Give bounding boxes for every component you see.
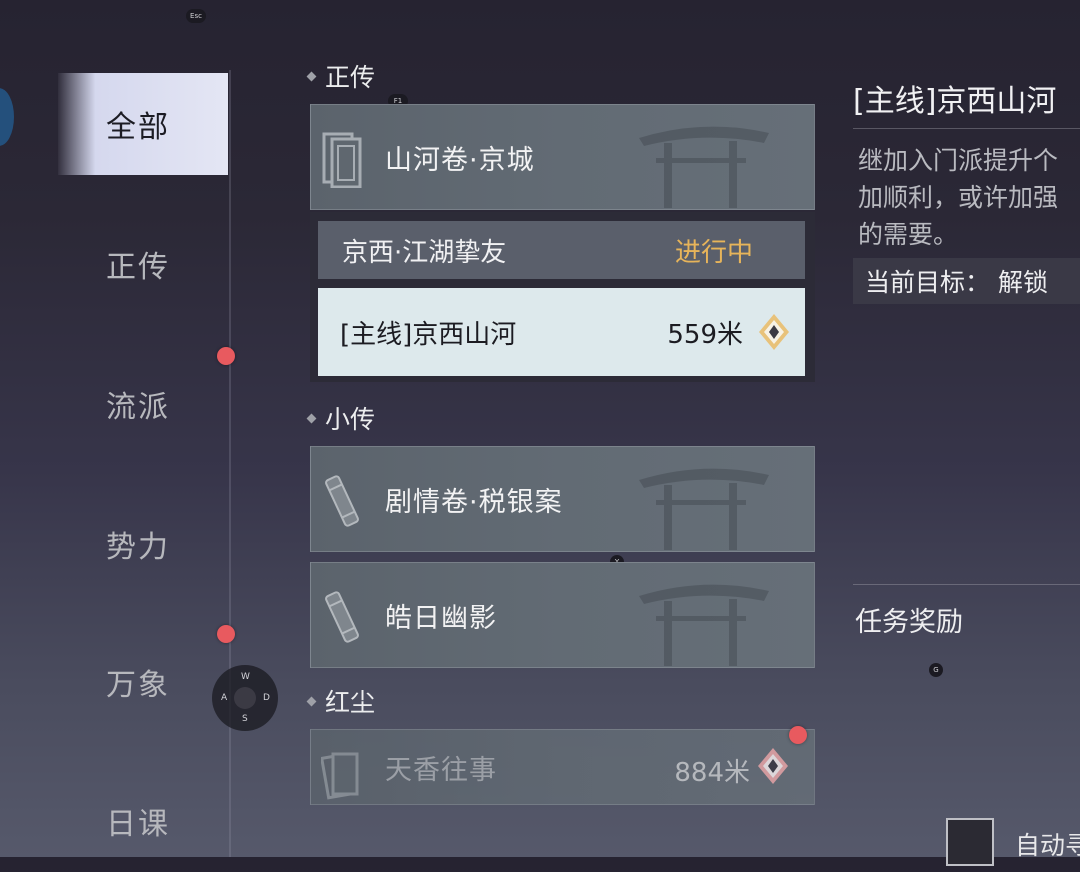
section-title-xiaozhuan: 小传 — [306, 400, 375, 436]
quest-card-tianxiang[interactable]: 天香往事 884米 — [310, 729, 815, 805]
quest-card-label: 皓日幽影 — [385, 602, 497, 634]
subquest-name: [主线]京西山河 — [340, 319, 517, 350]
distance-label: 559米 — [667, 319, 743, 350]
esc-hotkey-hint: Esc — [186, 9, 206, 23]
g-hotkey-hint: G — [929, 663, 943, 677]
section-title-hongchen: 红尘 — [306, 683, 375, 719]
quest-card-label: 剧情卷·税银案 — [385, 486, 563, 518]
subquest-name: 京西·江湖挚友 — [342, 237, 507, 268]
waypoint-marker-icon[interactable] — [758, 748, 788, 784]
quest-card-shanhejuan[interactable]: 山河卷·京城 — [310, 104, 815, 210]
notification-dot — [217, 347, 235, 365]
sidebar-item-label: 正传 — [106, 250, 170, 285]
auto-navigate-checkbox[interactable] — [946, 818, 994, 866]
scroll-icon — [325, 591, 359, 643]
diamond-icon — [306, 71, 317, 81]
a-key: A — [221, 693, 228, 703]
section-title-zhengzhuan: 正传 — [306, 58, 375, 94]
sidebar-item-shili[interactable]: 势力 — [58, 493, 228, 595]
quest-card-haoriyouying[interactable]: 皓日幽影 — [310, 562, 815, 668]
sidebar-item-wanxiang[interactable]: 万象 — [58, 631, 228, 733]
sidebar-item-label: 全部 — [106, 110, 170, 145]
notification-dot — [217, 625, 235, 643]
sidebar-item-all[interactable]: 全部 — [58, 73, 228, 175]
sidebar-item-liupai[interactable]: 流派 — [58, 353, 228, 455]
sidebar-item-label: 日课 — [106, 807, 170, 842]
sidebar-item-label: 势力 — [106, 530, 170, 565]
scroll-icon — [325, 475, 359, 527]
current-goal: 当前目标： 解锁 — [853, 258, 1080, 304]
notification-dot — [789, 726, 807, 744]
reward-title: 任务奖励 — [855, 607, 963, 638]
subquest-row-jiangzhi[interactable]: 京西·江湖挚友 进行中 — [318, 221, 805, 279]
quest-card-shuiyinan[interactable]: 剧情卷·税银案 — [310, 446, 815, 552]
s-key: S — [242, 714, 248, 724]
wasd-movement-hint: W A D S — [212, 665, 278, 731]
partial-avatar — [0, 88, 14, 146]
subquest-row-selected[interactable]: [主线]京西山河 559米 — [318, 288, 805, 376]
detail-divider — [853, 584, 1080, 585]
gate-illustration — [639, 468, 769, 550]
quest-card-label: 天香往事 — [385, 754, 497, 786]
sidebar-divider — [229, 70, 231, 857]
gate-illustration — [639, 584, 769, 666]
scroll-book-icon — [322, 132, 362, 188]
diamond-icon — [306, 696, 317, 706]
sidebar-item-zhengzhuan[interactable]: 正传 — [58, 213, 228, 315]
w-key: W — [241, 672, 250, 682]
sidebar-item-label: 万象 — [106, 668, 170, 703]
gate-illustration — [639, 126, 769, 208]
detail-divider — [853, 128, 1080, 129]
quest-description: 继加入门派提升个 加顺利，或许加强 的需要。 — [858, 146, 1059, 249]
diamond-icon — [306, 413, 317, 423]
distance-label: 884米 — [674, 758, 750, 788]
quest-card-label: 山河卷·京城 — [385, 144, 535, 176]
cards-icon — [321, 752, 359, 800]
sidebar-item-label: 流派 — [106, 390, 170, 425]
d-key: D — [263, 693, 270, 703]
waypoint-marker-icon[interactable] — [759, 314, 789, 350]
status-in-progress: 进行中 — [674, 237, 753, 268]
quest-detail-title: [主线]京西山河 — [853, 84, 1057, 119]
